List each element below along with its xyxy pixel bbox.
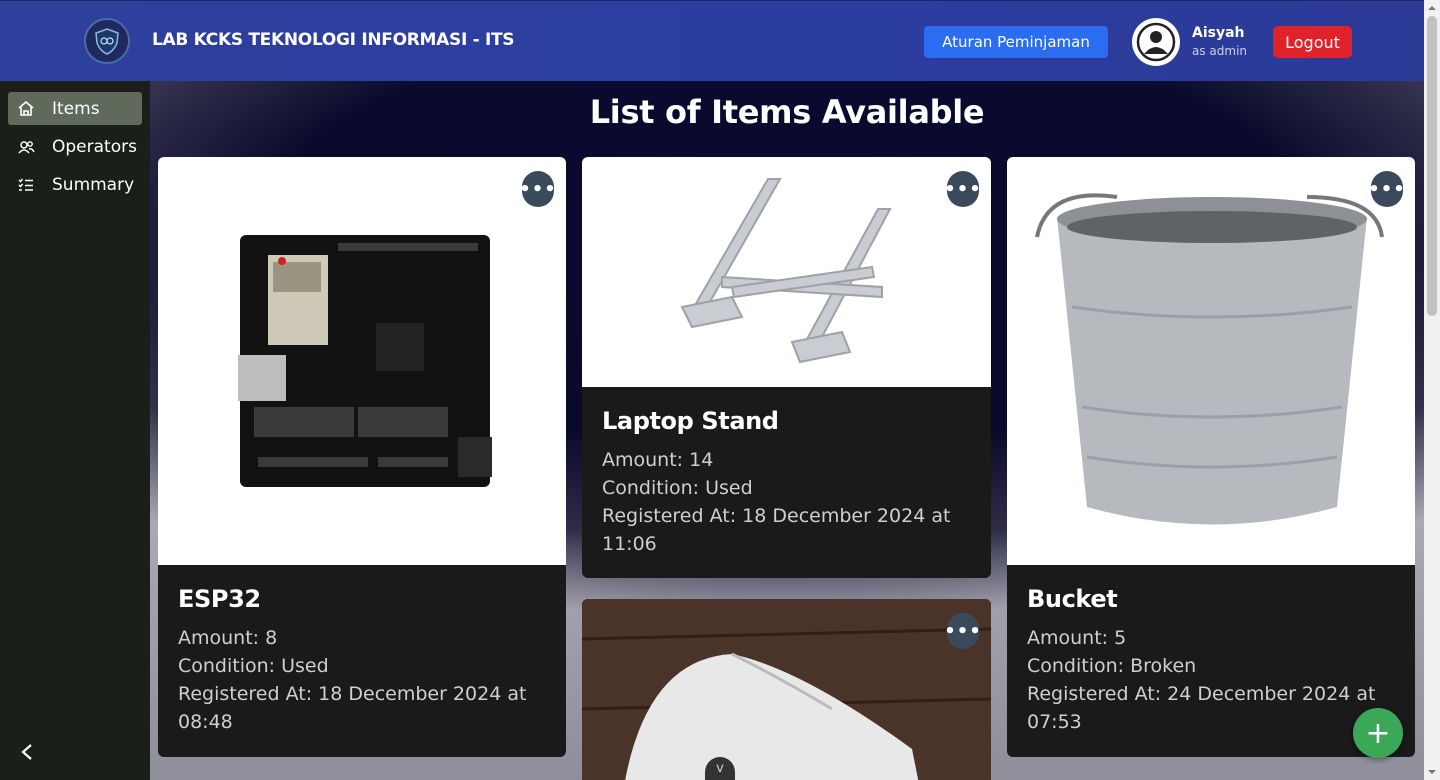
item-condition: Condition: Used — [178, 655, 329, 677]
add-item-button[interactable]: + — [1353, 708, 1403, 758]
item-card-bucket[interactable]: ••• Bucket Amount: 5 Condition: Broken R… — [1007, 157, 1415, 757]
scroll-down-hint[interactable]: v — [705, 757, 735, 780]
user-avatar-icon — [1136, 22, 1176, 62]
item-menu-button[interactable]: ••• — [944, 171, 981, 207]
item-condition: Condition: Used — [602, 477, 753, 499]
item-registered: Registered At: 18 December 2024 at 08:48 — [178, 683, 527, 733]
item-amount: Amount: 8 — [178, 627, 278, 649]
main-content: List of Items Available ••• ESP32 Amount… — [150, 81, 1424, 780]
list-icon — [16, 175, 36, 195]
rules-button[interactable]: Aturan Peminjaman — [924, 26, 1108, 58]
item-image-shoes — [582, 599, 991, 780]
lab-logo[interactable] — [84, 18, 130, 64]
item-amount: Amount: 5 — [1027, 627, 1127, 649]
sidebar-item-label: Summary — [52, 174, 135, 195]
users-icon — [16, 137, 36, 157]
page-scrollbar[interactable] — [1424, 0, 1440, 780]
sidebar-item-summary[interactable]: Summary — [8, 168, 142, 201]
item-menu-button[interactable]: ••• — [944, 613, 981, 649]
home-icon — [16, 99, 36, 119]
sidebar-item-operators[interactable]: Operators — [8, 130, 142, 163]
user-role: as admin — [1192, 44, 1248, 58]
sidebar-item-label: Items — [52, 98, 100, 119]
item-menu-button[interactable]: ••• — [1368, 171, 1405, 207]
user-name: Aisyah — [1192, 25, 1245, 41]
chevron-left-icon — [21, 744, 32, 760]
sidebar: Items Operators Summary — [0, 81, 150, 780]
collapse-sidebar-button[interactable] — [16, 741, 38, 763]
item-amount: Amount: 14 — [602, 449, 714, 471]
item-condition: Condition: Broken — [1027, 655, 1197, 677]
scrollbar-thumb[interactable] — [1427, 16, 1437, 316]
item-name: Bucket — [1027, 585, 1118, 613]
brand-title[interactable]: LAB KCKS TEKNOLOGI INFORMASI - ITS — [152, 30, 515, 50]
item-registered: Registered At: 24 December 2024 at 07:53 — [1027, 683, 1376, 733]
item-menu-button[interactable]: ••• — [519, 171, 556, 207]
avatar[interactable] — [1132, 18, 1180, 66]
item-card-laptop-stand[interactable]: ••• Laptop Stand Amount: 14 Condition: U… — [582, 157, 991, 578]
item-image-laptop-stand — [582, 157, 991, 387]
scroll-down-arrow-icon[interactable] — [1428, 768, 1436, 776]
shield-icon — [95, 28, 119, 55]
item-name: ESP32 — [178, 585, 261, 613]
page-title: List of Items Available — [589, 93, 985, 131]
item-card-esp32[interactable]: ••• ESP32 Amount: 8 Condition: Used Regi… — [158, 157, 566, 757]
item-image-esp32 — [158, 157, 566, 565]
sidebar-item-items[interactable]: Items — [8, 92, 142, 125]
item-name: Laptop Stand — [602, 407, 779, 435]
item-registered: Registered At: 18 December 2024 at 11:06 — [602, 505, 951, 555]
logout-button[interactable]: Logout — [1273, 26, 1352, 58]
item-image-bucket — [1007, 157, 1415, 565]
scroll-up-arrow-icon[interactable] — [1428, 4, 1436, 12]
item-card-shoes[interactable]: ••• — [582, 599, 991, 780]
top-navbar: LAB KCKS TEKNOLOGI INFORMASI - ITS Atura… — [0, 0, 1424, 81]
sidebar-item-label: Operators — [52, 136, 137, 157]
